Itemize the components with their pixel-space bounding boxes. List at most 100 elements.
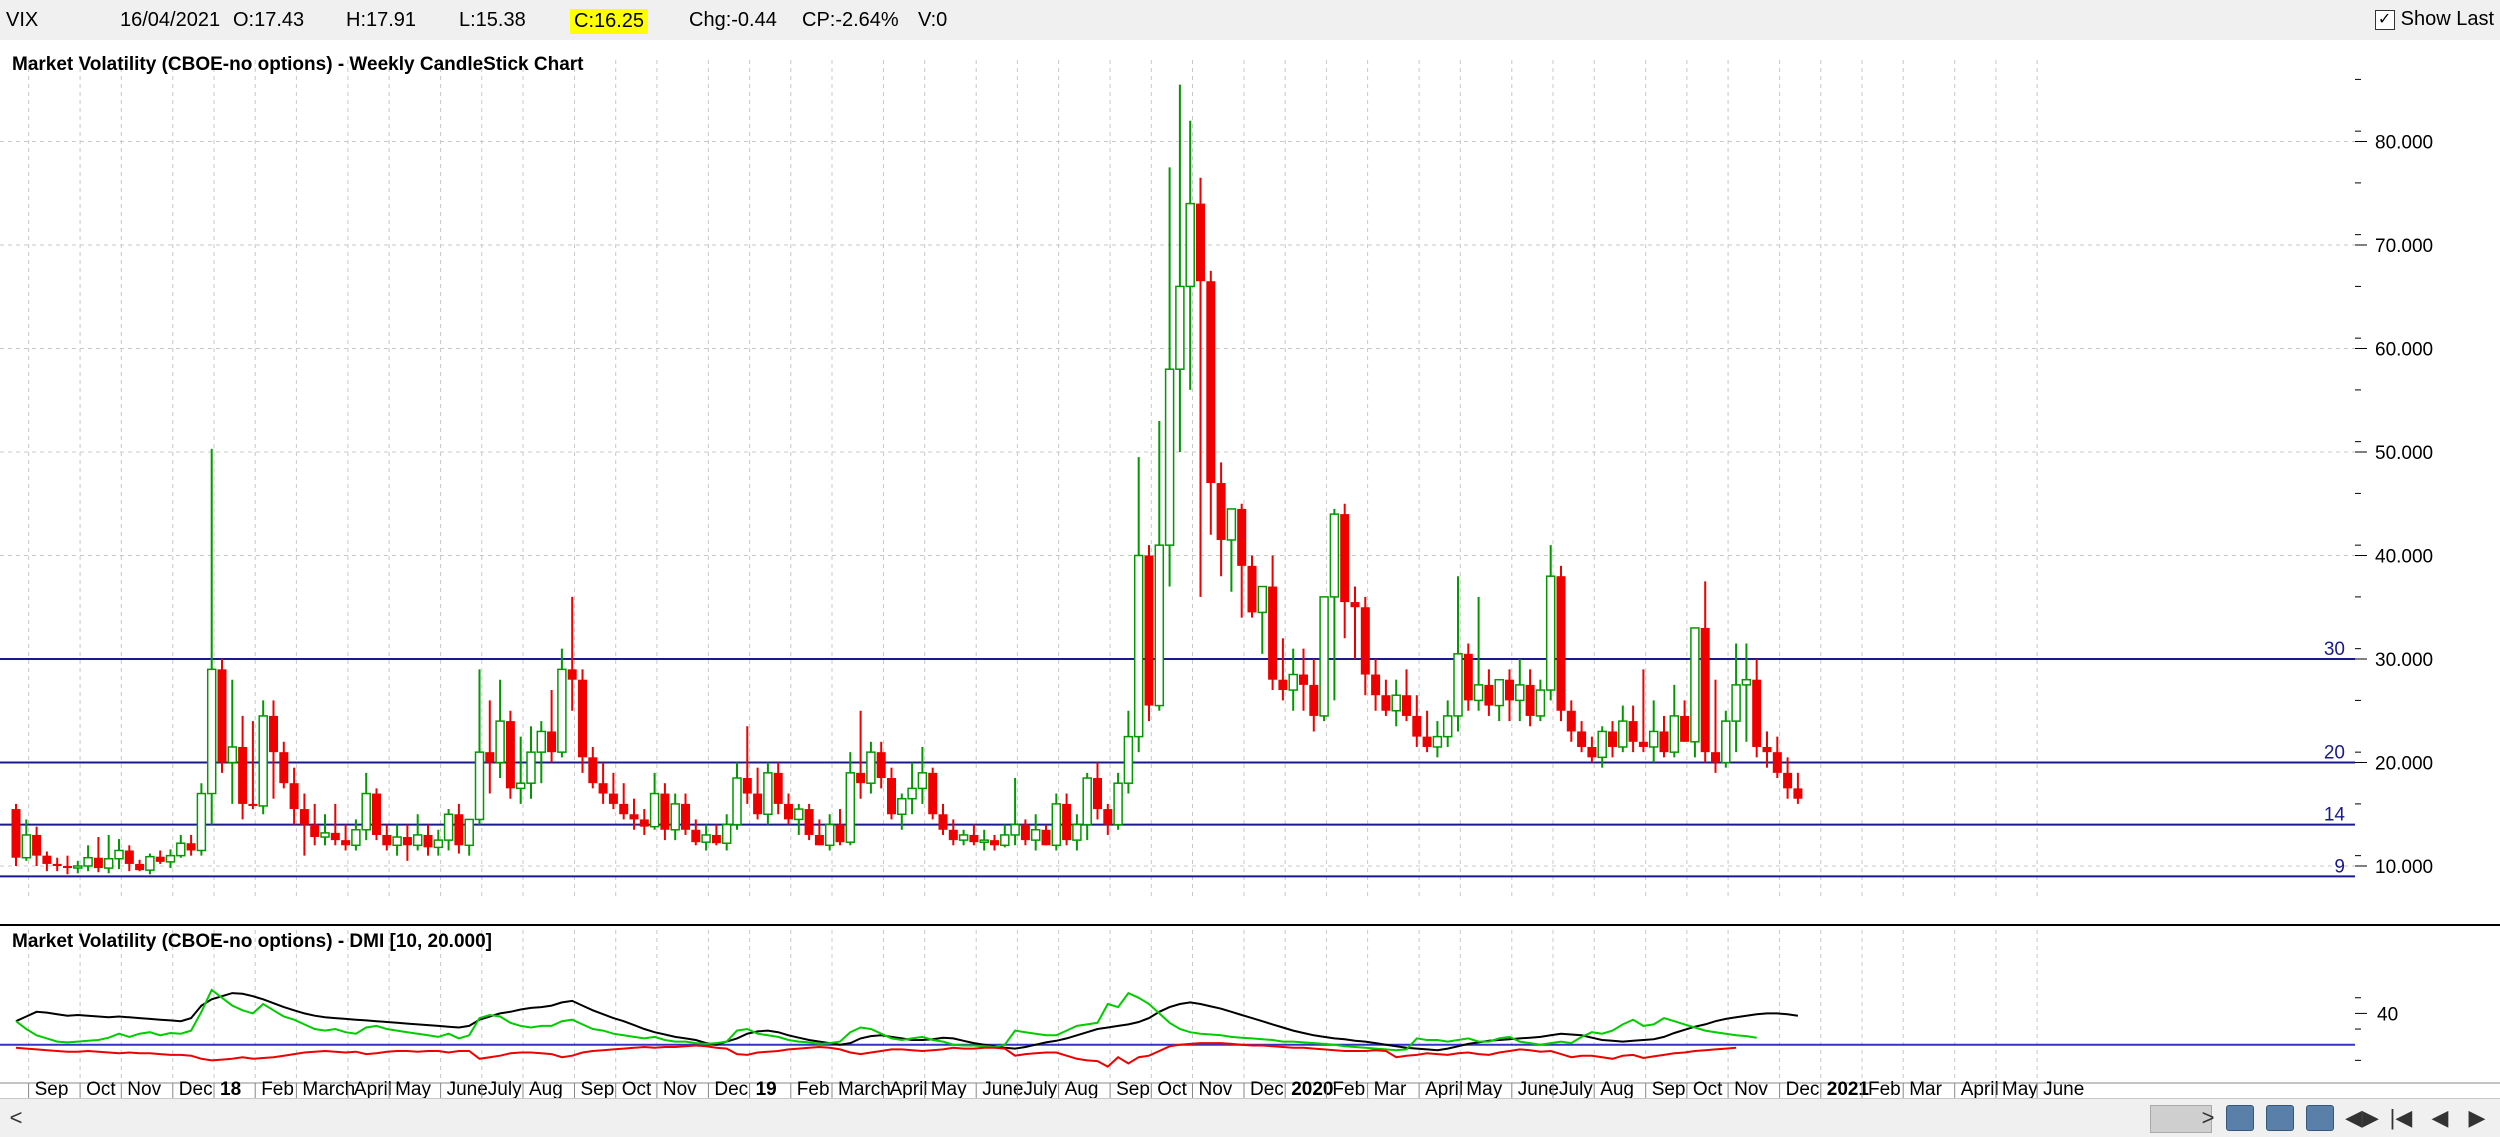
x-tick-label: July [488, 1079, 522, 1098]
candle-body [485, 752, 495, 763]
previous-page-button[interactable]: ◀ [2425, 1105, 2455, 1131]
candle-body [660, 793, 670, 830]
candle-body [258, 715, 268, 807]
candle-body [1783, 772, 1793, 789]
candle-body [1113, 782, 1123, 826]
x-tick-label: Aug [1065, 1079, 1099, 1098]
candle-body [320, 832, 330, 838]
change-value: Chg:-0.44 [689, 9, 777, 31]
candle-body [1597, 730, 1607, 759]
candle-body [1123, 735, 1134, 784]
x-tick-label: 18 [220, 1079, 241, 1098]
candle-body [897, 797, 907, 815]
candle-body [1402, 695, 1411, 716]
candle-body [742, 778, 752, 794]
x-tick-label: Nov [1734, 1079, 1768, 1098]
x-tick-label: Nov [127, 1079, 161, 1098]
candle-body [1587, 746, 1597, 758]
candle-body [958, 834, 969, 841]
candle-body [176, 842, 186, 857]
candle-body [588, 757, 598, 784]
x-tick-label: May [931, 1079, 967, 1098]
candle-body [691, 829, 701, 843]
low-value: L:15.38 [459, 9, 526, 31]
zoom-out-icon[interactable] [2266, 1105, 2294, 1131]
x-tick-label: Sep [581, 1079, 615, 1098]
candle-body [629, 814, 639, 820]
candle-body [763, 772, 773, 815]
candle-body [753, 793, 763, 815]
shrink-button[interactable]: ◀▶ [2345, 1105, 2379, 1131]
navigation-bar: < > ◀▶ |◀ ◀ ▶ [0, 1098, 2500, 1137]
y-tick-label: 70.000 [2375, 236, 2433, 257]
candle-body [495, 720, 505, 764]
x-tick-label: Sep [35, 1079, 69, 1098]
candle-body [382, 834, 392, 846]
zoom-in-icon[interactable] [2226, 1105, 2254, 1131]
candle-body [52, 863, 62, 866]
candle-body [1618, 720, 1628, 748]
candle-body [1793, 788, 1803, 799]
x-tick-label: Oct [1693, 1079, 1723, 1098]
candle-body [1525, 684, 1535, 716]
first-page-button[interactable]: |◀ [2384, 1105, 2418, 1131]
x-tick-label: Sep [1652, 1079, 1686, 1098]
x-tick-label: 2020 [1291, 1079, 1333, 1098]
candle-body [938, 814, 948, 830]
candle-body [1535, 689, 1546, 717]
x-tick-label: Nov [1199, 1079, 1233, 1098]
candle-body [238, 746, 248, 804]
candle-body [392, 836, 402, 847]
candle-body [711, 834, 721, 844]
candle-body [824, 823, 835, 847]
candle-body [917, 772, 928, 790]
candle-body [1371, 674, 1381, 696]
candle-body [423, 834, 433, 848]
candle-body [412, 834, 423, 847]
x-tick-label: May [2002, 1079, 2038, 1098]
dmi-chart-title: Market Volatility (CBOE-no options) - DM… [12, 931, 492, 952]
x-tick-label: May [1466, 1079, 1502, 1098]
x-tick-label: Feb [1868, 1079, 1901, 1098]
candle-body [1473, 684, 1484, 702]
candle-body [361, 792, 371, 831]
candle-body [639, 819, 649, 827]
candle-body [876, 752, 886, 779]
show-last-toggle[interactable]: ✓ Show Last [2374, 8, 2494, 31]
candle-body [794, 808, 804, 821]
candle-body [1082, 777, 1092, 826]
scroll-right-button[interactable]: > [2198, 1105, 2218, 1131]
candle-body [1030, 829, 1041, 841]
candle-body [464, 818, 474, 847]
y-tick-label: 50.000 [2375, 443, 2433, 464]
candle-body [1412, 715, 1422, 737]
candle-body [1422, 736, 1432, 747]
candle-body [1638, 741, 1648, 747]
candle-body [279, 752, 289, 784]
candle-body [856, 772, 866, 784]
candle-body [1196, 203, 1205, 282]
candle-body [804, 809, 814, 835]
candle-body [42, 855, 52, 864]
candle-body [73, 865, 83, 869]
show-last-checkbox[interactable]: ✓ [2374, 9, 2395, 30]
candle-body [969, 834, 979, 843]
candle-body [1309, 684, 1319, 716]
candle-body [114, 849, 124, 860]
dmi-lines [0, 988, 2355, 1068]
candle-body [1556, 576, 1566, 711]
candle-body [155, 856, 165, 862]
x-tick-label: Feb [1332, 1079, 1365, 1098]
candle-body [32, 834, 42, 856]
x-tick-label: Feb [797, 1079, 830, 1098]
scroll-left-button[interactable]: < [6, 1105, 26, 1131]
candle-body [206, 668, 217, 795]
candle-body [1020, 824, 1030, 841]
candle-body [1278, 679, 1288, 691]
next-page-button[interactable]: ▶ [2462, 1105, 2492, 1131]
candle-body [866, 751, 876, 784]
candle-body [1133, 554, 1144, 738]
candle-body [1216, 483, 1226, 540]
chart-settings-icon[interactable] [2306, 1105, 2334, 1131]
x-tick-label: Oct [86, 1079, 116, 1098]
